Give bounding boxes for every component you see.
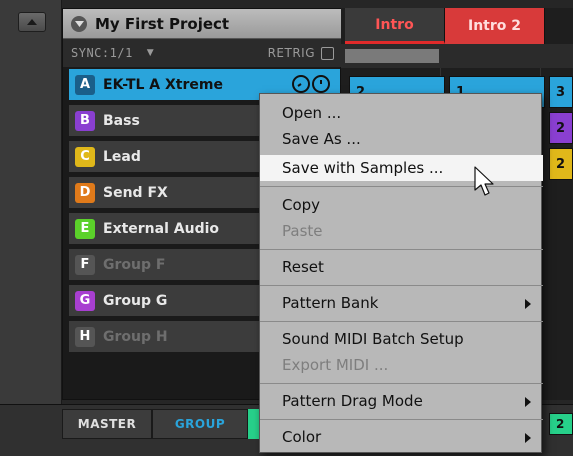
- collapse-top-button[interactable]: [18, 12, 46, 32]
- group-letter-badge: F: [75, 254, 95, 275]
- group-letter-badge: G: [75, 290, 95, 311]
- menu-separator: [260, 186, 543, 187]
- chevron-down-icon[interactable]: [71, 15, 87, 32]
- app-window: My First Project SYNC:1/1 ▼ RETRIG A EK-…: [0, 0, 573, 456]
- menu-item-save-as[interactable]: Save As ...: [260, 126, 543, 152]
- menu-item-reset[interactable]: Reset: [260, 254, 543, 280]
- project-title: My First Project: [95, 14, 230, 33]
- menu-item-copy[interactable]: Copy: [260, 192, 543, 218]
- group-name: Group F: [103, 256, 166, 273]
- group-name: External Audio: [103, 220, 220, 237]
- menu-item-pattern-bank[interactable]: Pattern Bank: [260, 290, 543, 316]
- context-menu: Open ... Save As ... Save with Samples .…: [259, 93, 543, 453]
- menu-item-label: Pattern Bank: [282, 294, 379, 312]
- menu-item-label: Sound MIDI Batch Setup: [282, 330, 464, 348]
- pattern-cell[interactable]: 2: [549, 112, 573, 144]
- menu-item-save-with-samples[interactable]: Save with Samples ...: [260, 155, 543, 181]
- loop-range-handle[interactable]: [345, 49, 439, 63]
- group-name: EK-TL A Xtreme: [103, 76, 223, 93]
- group-name: Lead: [103, 148, 141, 165]
- menu-item-label: Copy: [282, 196, 321, 214]
- menu-item-label: Paste: [282, 222, 323, 240]
- group-name: Group G: [103, 292, 168, 309]
- pattern-cell[interactable]: 3: [549, 76, 573, 108]
- menu-item-label: Open ...: [282, 104, 342, 122]
- group-letter-badge: A: [75, 74, 95, 95]
- volume-knob-icon[interactable]: [292, 75, 310, 93]
- menu-item-paste: Paste: [260, 218, 543, 244]
- group-name: Group H: [103, 328, 168, 345]
- submenu-arrow-icon: [525, 397, 531, 407]
- menu-item-pattern-drag-mode[interactable]: Pattern Drag Mode: [260, 388, 543, 414]
- group-knobs: [292, 75, 330, 93]
- group-letter-badge: E: [75, 218, 95, 239]
- menu-item-label: Reset: [282, 258, 324, 276]
- menu-item-open[interactable]: Open ...: [260, 100, 543, 126]
- menu-item-label: Export MIDI ...: [282, 356, 389, 374]
- scene-tab-intro-2[interactable]: Intro 2: [445, 8, 545, 44]
- menu-item-label: Save with Samples ...: [282, 159, 444, 177]
- triangle-up-icon: [27, 19, 37, 25]
- left-gutter: [0, 0, 62, 456]
- menu-separator: [260, 285, 543, 286]
- menu-separator: [260, 383, 543, 384]
- tab-group[interactable]: GROUP: [152, 409, 248, 439]
- menu-item-label: Save As ...: [282, 130, 361, 148]
- group-letter-badge: H: [75, 326, 95, 347]
- menu-item-label: Pattern Drag Mode: [282, 392, 423, 410]
- sync-selector[interactable]: SYNC:1/1: [71, 46, 133, 60]
- group-letter-badge: C: [75, 146, 95, 167]
- retrig-checkbox[interactable]: [321, 46, 334, 60]
- project-header[interactable]: My First Project: [63, 9, 342, 39]
- group-name: Send FX: [103, 184, 168, 201]
- group-name: Bass: [103, 112, 140, 129]
- menu-item-sound-midi-batch-setup[interactable]: Sound MIDI Batch Setup: [260, 326, 543, 352]
- chevron-down-icon[interactable]: ▼: [147, 48, 154, 58]
- menu-separator: [260, 419, 543, 420]
- pan-knob-icon[interactable]: [312, 75, 330, 93]
- group-letter-badge: B: [75, 110, 95, 131]
- menu-separator: [260, 249, 543, 250]
- loop-range-strip[interactable]: [341, 44, 573, 68]
- menu-item-label: Color: [282, 428, 322, 446]
- tab-master[interactable]: MASTER: [62, 409, 152, 439]
- retrig-label: RETRIG: [267, 46, 315, 60]
- menu-separator: [260, 321, 543, 322]
- mouse-pointer-icon: [474, 166, 494, 196]
- menu-item-color[interactable]: Color: [260, 424, 543, 450]
- pattern-cell[interactable]: 2: [549, 413, 573, 435]
- group-letter-badge: D: [75, 182, 95, 203]
- menu-item-export-midi: Export MIDI ...: [260, 352, 543, 378]
- sync-row: SYNC:1/1 ▼ RETRIG: [63, 39, 342, 67]
- scene-tab-intro[interactable]: Intro: [345, 8, 445, 44]
- submenu-arrow-icon: [525, 433, 531, 443]
- pattern-cell[interactable]: 2: [549, 148, 573, 180]
- submenu-arrow-icon: [525, 299, 531, 309]
